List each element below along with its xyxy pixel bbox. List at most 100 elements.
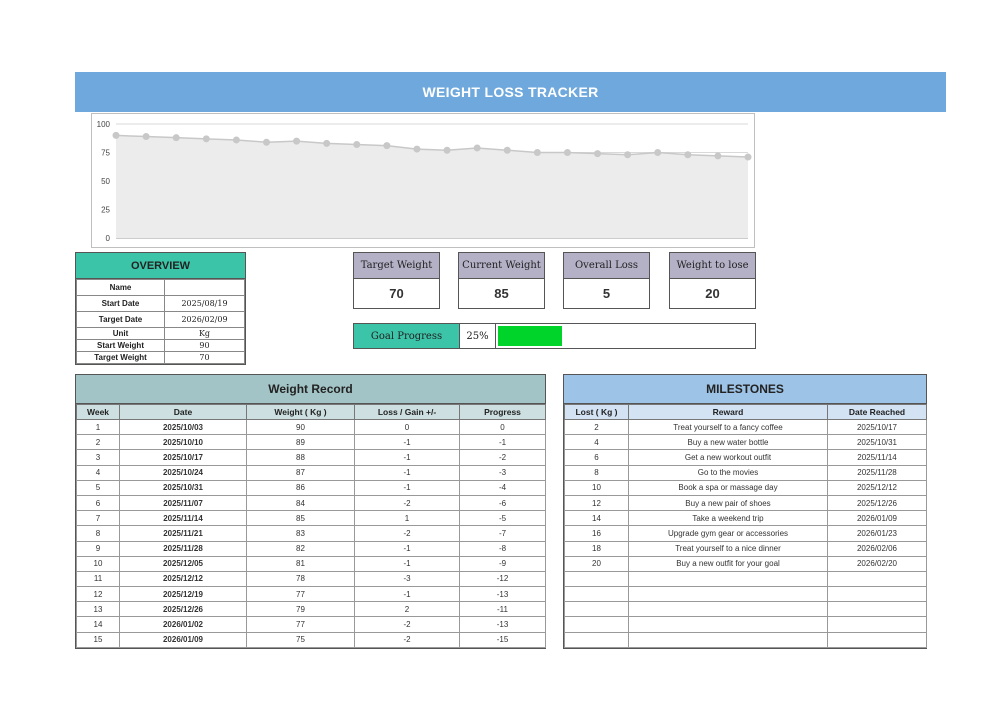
table-cell[interactable]: 2025/11/07 [119, 494, 247, 512]
table-cell[interactable]: 8 [76, 525, 120, 542]
table-cell[interactable]: -1 [354, 555, 460, 572]
table-cell[interactable]: -2 [354, 616, 460, 633]
overview-value[interactable]: 90 [164, 339, 245, 352]
table-cell[interactable]: 2025/12/19 [119, 586, 247, 603]
table-cell[interactable]: 2025/12/26 [119, 601, 247, 618]
table-cell[interactable]: -3 [354, 570, 460, 588]
table-cell[interactable]: 10 [76, 555, 120, 572]
table-cell[interactable]: 90 [246, 418, 355, 436]
table-cell[interactable]: 83 [246, 525, 355, 542]
table-cell[interactable]: 2026/01/09 [119, 631, 247, 648]
table-cell[interactable] [564, 631, 629, 648]
table-cell[interactable]: 13 [76, 601, 120, 618]
table-cell[interactable]: 88 [246, 449, 355, 466]
table-cell[interactable]: 5 [76, 479, 120, 496]
table-cell[interactable]: -5 [459, 510, 546, 527]
table-cell[interactable]: -1 [354, 586, 460, 603]
table-cell[interactable]: 2025/11/14 [827, 449, 927, 466]
table-cell[interactable]: 2025/11/28 [119, 540, 247, 557]
table-cell[interactable]: 2025/10/17 [119, 449, 247, 466]
table-cell[interactable]: 2025/12/12 [827, 479, 927, 496]
table-cell[interactable]: Book a spa or massage day [628, 479, 828, 496]
table-cell[interactable]: 2025/10/10 [119, 434, 247, 451]
table-cell[interactable]: 11 [76, 570, 120, 588]
table-cell[interactable]: 18 [564, 540, 629, 557]
table-cell[interactable]: -11 [459, 601, 546, 618]
table-cell[interactable]: -1 [354, 540, 460, 557]
table-cell[interactable]: -4 [459, 479, 546, 496]
table-cell[interactable]: 2 [354, 601, 460, 618]
table-cell[interactable]: 2025/12/12 [119, 570, 247, 588]
table-cell[interactable]: 1 [354, 510, 460, 527]
table-cell[interactable]: 4 [564, 434, 629, 451]
table-cell[interactable]: 1 [76, 418, 120, 436]
table-cell[interactable]: 0 [459, 418, 546, 436]
table-cell[interactable]: 2026/02/20 [827, 555, 927, 572]
table-cell[interactable]: 4 [76, 464, 120, 481]
table-cell[interactable] [628, 601, 828, 618]
table-cell[interactable]: 81 [246, 555, 355, 572]
overview-value[interactable] [164, 279, 245, 296]
table-cell[interactable]: 2026/02/06 [827, 540, 927, 557]
table-cell[interactable] [827, 570, 927, 588]
table-cell[interactable]: -12 [459, 570, 546, 588]
table-cell[interactable]: 2 [76, 434, 120, 451]
table-cell[interactable]: 9 [76, 540, 120, 557]
table-cell[interactable]: 75 [246, 631, 355, 648]
table-cell[interactable]: Treat yourself to a nice dinner [628, 540, 828, 557]
table-cell[interactable]: 6 [564, 449, 629, 466]
table-cell[interactable]: -1 [354, 479, 460, 496]
table-cell[interactable]: 2025/12/26 [827, 494, 927, 512]
table-cell[interactable] [628, 631, 828, 648]
table-cell[interactable]: -1 [354, 464, 460, 481]
table-cell[interactable]: -1 [354, 434, 460, 451]
table-cell[interactable]: 79 [246, 601, 355, 618]
table-cell[interactable]: 3 [76, 449, 120, 466]
table-cell[interactable]: 84 [246, 494, 355, 512]
table-cell[interactable]: 2025/10/31 [119, 479, 247, 496]
table-cell[interactable]: 2025/12/05 [119, 555, 247, 572]
table-cell[interactable]: 78 [246, 570, 355, 588]
table-cell[interactable]: 0 [354, 418, 460, 436]
table-cell[interactable]: 7 [76, 510, 120, 527]
table-cell[interactable] [564, 586, 629, 603]
table-cell[interactable]: Treat yourself to a fancy coffee [628, 418, 828, 436]
table-cell[interactable]: -7 [459, 525, 546, 542]
table-cell[interactable]: Take a weekend trip [628, 510, 828, 527]
table-cell[interactable]: Buy a new pair of shoes [628, 494, 828, 512]
table-cell[interactable]: 87 [246, 464, 355, 481]
table-cell[interactable]: -3 [459, 464, 546, 481]
table-cell[interactable]: 14 [76, 616, 120, 633]
table-cell[interactable]: 2025/10/31 [827, 434, 927, 451]
table-cell[interactable]: 20 [564, 555, 629, 572]
table-cell[interactable]: 2025/11/14 [119, 510, 247, 527]
table-cell[interactable]: Buy a new water bottle [628, 434, 828, 451]
table-cell[interactable]: 2025/10/17 [827, 418, 927, 436]
table-cell[interactable]: 2025/10/24 [119, 464, 247, 481]
table-cell[interactable]: -9 [459, 555, 546, 572]
table-cell[interactable]: 85 [246, 510, 355, 527]
table-cell[interactable]: 12 [76, 586, 120, 603]
table-cell[interactable]: 6 [76, 494, 120, 512]
table-cell[interactable]: -2 [354, 525, 460, 542]
table-cell[interactable]: 14 [564, 510, 629, 527]
table-cell[interactable]: 2025/10/03 [119, 418, 247, 436]
overview-value[interactable]: 2025/08/19 [164, 295, 245, 312]
table-cell[interactable]: 2 [564, 418, 629, 436]
table-cell[interactable]: -8 [459, 540, 546, 557]
table-cell[interactable]: 2025/11/21 [119, 525, 247, 542]
table-cell[interactable]: -13 [459, 586, 546, 603]
table-cell[interactable]: -13 [459, 616, 546, 633]
table-cell[interactable]: -2 [354, 494, 460, 512]
table-cell[interactable] [564, 570, 629, 588]
table-cell[interactable] [628, 586, 828, 603]
table-cell[interactable]: -2 [354, 631, 460, 648]
table-cell[interactable] [827, 616, 927, 633]
table-cell[interactable]: -6 [459, 494, 546, 512]
table-cell[interactable]: -1 [459, 434, 546, 451]
table-cell[interactable] [628, 570, 828, 588]
table-cell[interactable] [628, 616, 828, 633]
table-cell[interactable] [827, 631, 927, 648]
table-cell[interactable]: 15 [76, 631, 120, 648]
table-cell[interactable]: 10 [564, 479, 629, 496]
